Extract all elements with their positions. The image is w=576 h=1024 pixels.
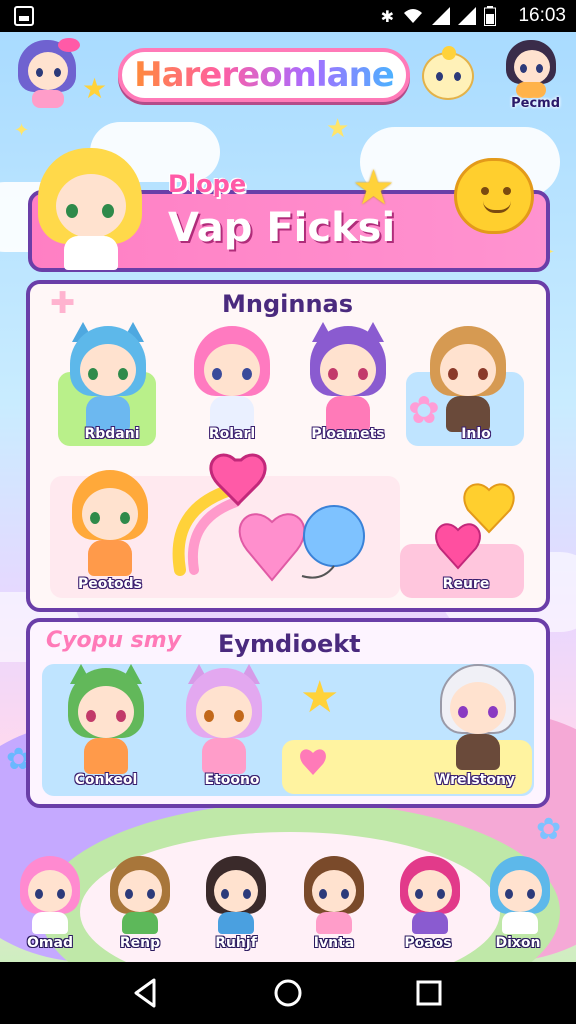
flower-icon: ✿	[536, 812, 562, 847]
bottom-character-label: Ruhjf	[215, 935, 257, 951]
bottom-character[interactable]	[10, 852, 90, 934]
navigation-bar	[0, 962, 576, 1024]
heart-icon	[463, 483, 515, 534]
character-card[interactable]	[58, 664, 154, 778]
character-card[interactable]	[176, 664, 272, 778]
heart-balloon-icon	[238, 505, 365, 582]
decoration-icon: ✚	[50, 286, 76, 321]
bottom-character[interactable]	[100, 852, 180, 934]
character-label: Rolarl	[208, 426, 256, 442]
character-card[interactable]	[300, 322, 396, 436]
profile-label[interactable]: Pecmd	[511, 96, 560, 111]
wifi-icon	[404, 9, 422, 23]
star-icon: ✦	[14, 120, 30, 141]
bottom-character[interactable]	[390, 852, 470, 934]
bottom-character-label: Omad	[27, 935, 73, 951]
app-logo-text: Harereomlane	[134, 55, 395, 95]
bottom-character-label: Dixon	[495, 935, 541, 951]
mascot-avatar[interactable]	[422, 46, 480, 104]
panel1-title: Mnginnas	[222, 290, 354, 318]
bottom-character[interactable]	[294, 852, 374, 934]
character-card[interactable]	[60, 322, 156, 436]
cloud-pet-icon: ✿	[408, 388, 440, 432]
signal-icon	[432, 7, 450, 25]
character-label: Ploamets	[311, 426, 385, 442]
character-label: Reure	[442, 576, 490, 592]
status-icons: ✱	[381, 5, 496, 27]
character-label: Rbdani	[84, 426, 140, 442]
status-bar: ✱ 16:03	[0, 0, 576, 32]
character-label: Etoono	[204, 772, 260, 788]
character-label: Inlo	[461, 426, 491, 442]
star-icon: ★	[352, 160, 396, 216]
bottom-character-label: Poaos	[404, 935, 452, 951]
bottom-character[interactable]	[480, 852, 560, 934]
avatar-top-left[interactable]	[14, 38, 82, 110]
battery-icon	[484, 6, 496, 26]
bluetooth-icon: ✱	[380, 6, 394, 26]
character-label: Peotods	[77, 576, 143, 592]
recents-icon[interactable]	[412, 976, 446, 1010]
bottom-character[interactable]	[196, 852, 276, 934]
clock-time: 16:03	[518, 5, 566, 26]
star-icon: ★	[300, 672, 340, 723]
avatar-top-right[interactable]	[500, 38, 562, 98]
heart-icon	[300, 749, 326, 775]
bottom-character-label: Ivnta	[313, 935, 355, 951]
star-icon: ★	[326, 114, 350, 144]
character-label: Conkeol	[74, 772, 138, 788]
character-card[interactable]	[184, 326, 280, 436]
banner-character	[30, 148, 150, 272]
signal-icon-2	[458, 7, 476, 25]
app-logo: Harereomlane	[118, 48, 410, 102]
banner-subtitle: Dlope	[168, 170, 247, 198]
panel2-title: Eymdioekt	[218, 630, 361, 658]
character-label: Wrelstony	[434, 772, 516, 788]
notification-image-icon	[14, 6, 34, 26]
bottom-character-label: Renp	[119, 935, 161, 951]
star-icon: ★	[82, 72, 108, 105]
smiley-heart-icon	[454, 158, 534, 234]
character-card[interactable]	[62, 470, 158, 580]
back-icon[interactable]	[128, 976, 162, 1010]
home-icon[interactable]	[271, 976, 305, 1010]
panel2-tag: Cyopu smy	[46, 628, 182, 653]
character-card[interactable]	[430, 664, 526, 774]
